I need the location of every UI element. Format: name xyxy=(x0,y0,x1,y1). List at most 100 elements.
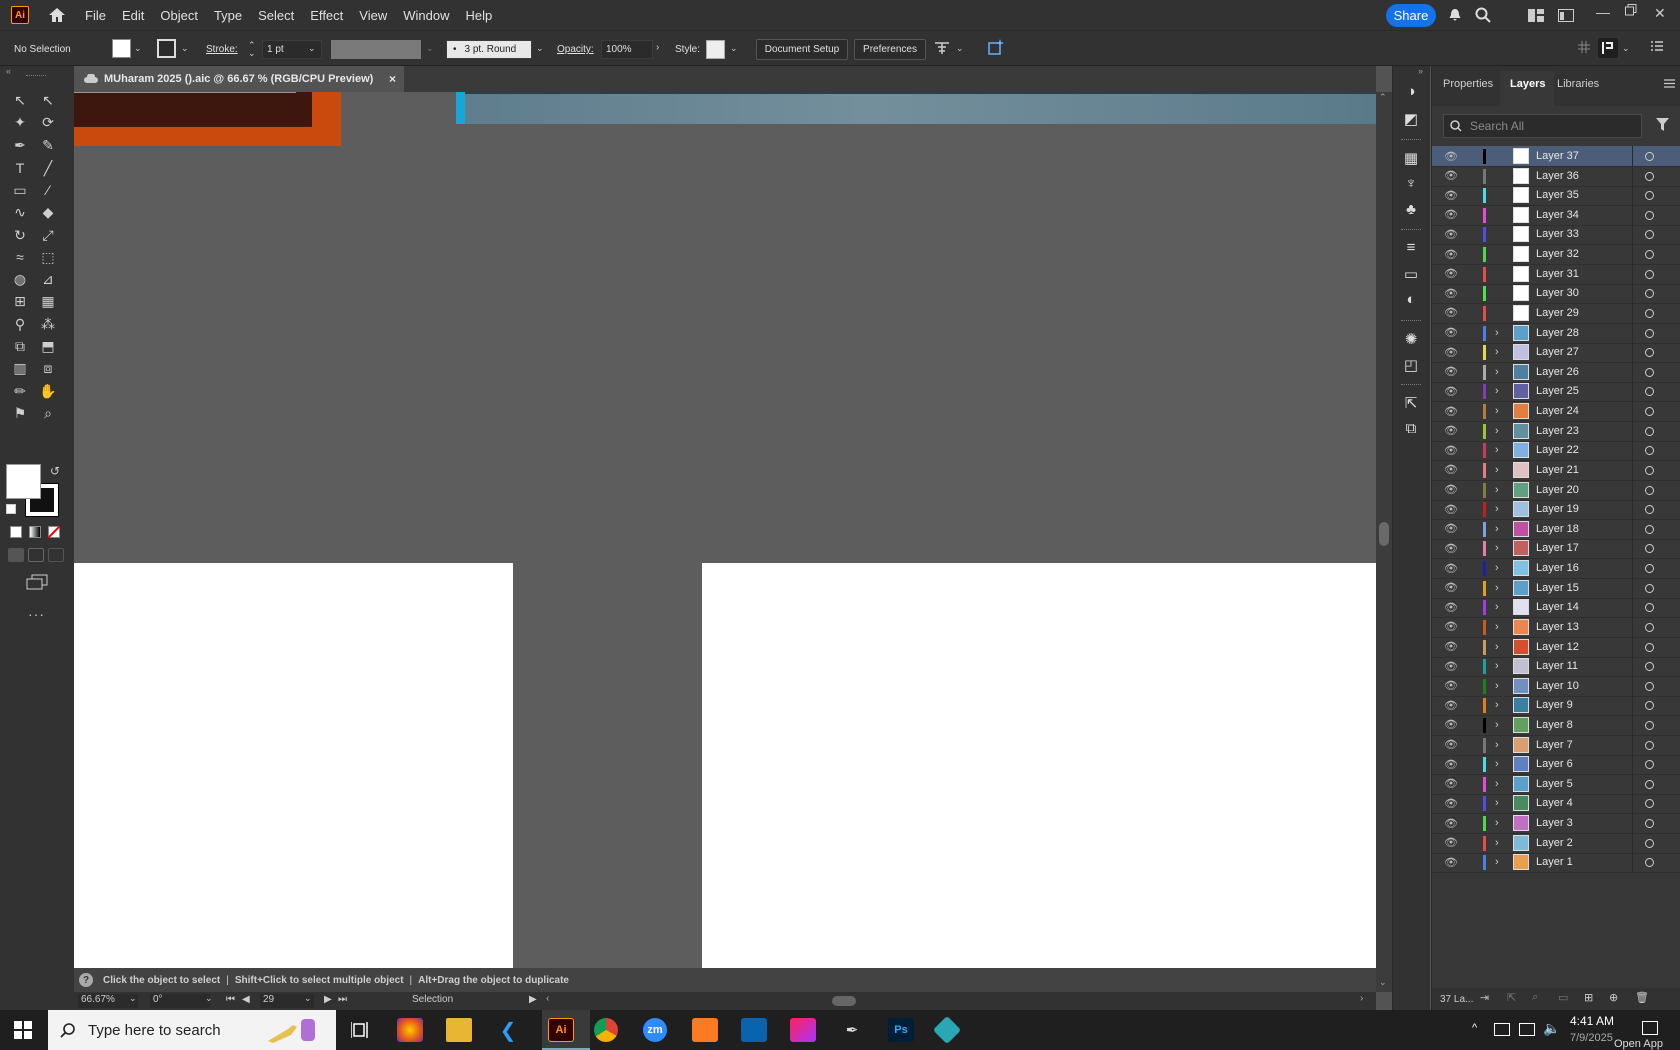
layer-row[interactable]: 👁 › Layer 26 xyxy=(1432,361,1680,383)
expand-chevron-icon[interactable]: › xyxy=(1495,660,1499,672)
visibility-eye-icon[interactable]: 👁 xyxy=(1444,797,1458,810)
visibility-eye-icon[interactable]: 👁 xyxy=(1444,483,1458,496)
hand-tool-icon[interactable]: ✋ xyxy=(37,381,59,401)
swatches-icon[interactable]: ▦ xyxy=(1401,149,1421,167)
brushes-icon[interactable]: ♆ xyxy=(1401,175,1421,193)
slice-tool-icon[interactable]: ⧈ xyxy=(37,358,59,378)
layer-row[interactable]: 👁 › Layer 7 xyxy=(1432,734,1680,756)
layer-row[interactable]: 👁 › Layer 23 xyxy=(1432,420,1680,442)
target-circle-icon[interactable] xyxy=(1645,230,1654,240)
layer-row[interactable]: 👁 Layer 29 xyxy=(1432,302,1680,324)
visibility-eye-icon[interactable]: 👁 xyxy=(1444,581,1458,594)
first-artboard-icon[interactable]: ⏮ xyxy=(226,994,235,1005)
network-icon[interactable] xyxy=(1519,1023,1535,1036)
layer-name[interactable]: Layer 29 xyxy=(1536,307,1579,319)
visibility-eye-icon[interactable]: 👁 xyxy=(1444,718,1458,731)
target-circle-icon[interactable] xyxy=(1645,269,1654,279)
visibility-eye-icon[interactable]: 👁 xyxy=(1444,208,1458,221)
layer-row[interactable]: 👁 › Layer 24 xyxy=(1432,401,1680,423)
draw-normal-icon[interactable] xyxy=(8,548,24,562)
layer-name[interactable]: Layer 11 xyxy=(1536,660,1578,672)
visibility-eye-icon[interactable]: 👁 xyxy=(1444,777,1458,790)
layer-name[interactable]: Layer 27 xyxy=(1536,346,1579,358)
document-tab[interactable]: MUharam 2025 ().aic @ 66.67 % (RGB/CPU P… xyxy=(74,66,404,92)
layer-row[interactable]: 👁 Layer 36 xyxy=(1432,165,1680,187)
layer-name[interactable]: Layer 15 xyxy=(1536,582,1579,594)
visibility-eye-icon[interactable]: 👁 xyxy=(1444,444,1458,457)
target-circle-icon[interactable] xyxy=(1645,779,1654,789)
target-circle-icon[interactable] xyxy=(1645,720,1654,730)
last-artboard-icon[interactable]: ⏭ xyxy=(338,994,347,1005)
expand-chevron-icon[interactable]: › xyxy=(1495,405,1499,417)
target-circle-icon[interactable] xyxy=(1645,308,1654,318)
target-circle-icon[interactable] xyxy=(1645,642,1654,652)
layer-name[interactable]: Layer 13 xyxy=(1536,621,1579,633)
layer-name[interactable]: Layer 8 xyxy=(1536,719,1573,731)
make-clipping-mask-icon[interactable]: ▭ xyxy=(1558,991,1568,1004)
ai-assistant-icon[interactable] xyxy=(988,39,1004,58)
layers-search-field[interactable]: Search All xyxy=(1443,114,1642,138)
layer-name[interactable]: Layer 16 xyxy=(1536,562,1579,574)
dark-red-shape[interactable] xyxy=(74,92,312,127)
shape-builder-tool-icon[interactable]: ◍ xyxy=(9,269,31,289)
file-explorer-icon[interactable] xyxy=(446,1018,472,1042)
brush-definition[interactable]: • 3 pt. Round xyxy=(446,40,532,59)
target-circle-icon[interactable] xyxy=(1645,250,1654,260)
pencil-tool-icon[interactable]: ✏ xyxy=(9,381,31,401)
layer-name[interactable]: Layer 1 xyxy=(1536,856,1573,868)
layer-row[interactable]: 👁 › Layer 14 xyxy=(1432,597,1680,619)
menu-edit[interactable]: Edit xyxy=(122,8,144,23)
visibility-eye-icon[interactable]: 👁 xyxy=(1444,738,1458,751)
color-panel-icon[interactable]: ◑ xyxy=(1401,83,1421,101)
preferences-button[interactable]: Preferences xyxy=(854,39,926,60)
visibility-eye-icon[interactable]: 👁 xyxy=(1444,424,1458,437)
layer-row[interactable]: 👁 Layer 31 xyxy=(1432,263,1680,285)
chevron-down-icon[interactable]: ⌄ xyxy=(730,43,738,54)
visibility-eye-icon[interactable]: 👁 xyxy=(1444,463,1458,476)
layer-row[interactable]: 👁 › Layer 22 xyxy=(1432,440,1680,462)
layer-row[interactable]: 👁 › Layer 19 xyxy=(1432,499,1680,521)
visibility-eye-icon[interactable]: 👁 xyxy=(1444,405,1458,418)
chevron-down-icon[interactable]: ⌄ xyxy=(181,43,189,54)
layer-name[interactable]: Layer 6 xyxy=(1536,758,1573,770)
gradient-mode-icon[interactable] xyxy=(29,526,41,538)
target-circle-icon[interactable] xyxy=(1645,171,1654,181)
chevron-right-icon[interactable]: › xyxy=(656,42,659,53)
shaper-tool-icon[interactable]: ∿ xyxy=(9,202,31,222)
target-circle-icon[interactable] xyxy=(1645,799,1654,809)
locate-object-icon[interactable]: ⌕ xyxy=(1532,991,1538,1004)
layer-row[interactable]: 👁 › Layer 16 xyxy=(1432,558,1680,580)
home-icon[interactable] xyxy=(47,6,67,24)
chevron-down-icon[interactable]: ⌄ xyxy=(304,993,312,1004)
layer-row[interactable]: 👁 Layer 33 xyxy=(1432,224,1680,246)
layer-row[interactable]: 👁 Layer 30 xyxy=(1432,283,1680,305)
warp-tool-icon[interactable]: ≈ xyxy=(9,247,31,267)
menu-object[interactable]: Object xyxy=(160,8,198,23)
menu-file[interactable]: File xyxy=(85,8,106,23)
visibility-eye-icon[interactable]: 👁 xyxy=(1444,562,1458,575)
screen-mode-icon[interactable] xyxy=(26,574,48,593)
stepper-icon[interactable]: ⌃ ⌄ xyxy=(248,41,256,58)
blend-tool-icon[interactable]: ⁂ xyxy=(37,314,59,334)
visibility-eye-icon[interactable]: 👁 xyxy=(1444,699,1458,712)
layer-name[interactable]: Layer 22 xyxy=(1536,444,1579,456)
visibility-eye-icon[interactable]: 👁 xyxy=(1444,306,1458,319)
color-guide-icon[interactable]: ◩ xyxy=(1401,110,1421,128)
visibility-eye-icon[interactable]: 👁 xyxy=(1444,189,1458,202)
expand-chevron-icon[interactable]: › xyxy=(1495,484,1499,496)
layer-row[interactable]: 👁 › Layer 8 xyxy=(1432,714,1680,736)
stroke-icon[interactable]: ≡ xyxy=(1401,239,1421,257)
visibility-eye-icon[interactable]: 👁 xyxy=(1444,601,1458,614)
expand-chevron-icon[interactable]: › xyxy=(1495,797,1499,809)
tab-libraries[interactable]: Libraries xyxy=(1557,78,1599,90)
target-circle-icon[interactable] xyxy=(1645,289,1654,299)
chevron-down-icon[interactable]: ⌄ xyxy=(129,993,137,1004)
selection-tool-icon[interactable]: ↖ xyxy=(9,90,31,110)
direct-selection-tool-icon[interactable]: ↖ xyxy=(37,90,59,110)
visibility-eye-icon[interactable]: 👁 xyxy=(1444,542,1458,555)
visibility-eye-icon[interactable]: 👁 xyxy=(1444,758,1458,771)
fill-color-front[interactable] xyxy=(6,464,41,499)
puppet-warp-tool-icon[interactable]: ⚑ xyxy=(9,403,31,423)
layer-name[interactable]: Layer 37 xyxy=(1536,150,1579,162)
menu-window[interactable]: Window xyxy=(403,8,449,23)
